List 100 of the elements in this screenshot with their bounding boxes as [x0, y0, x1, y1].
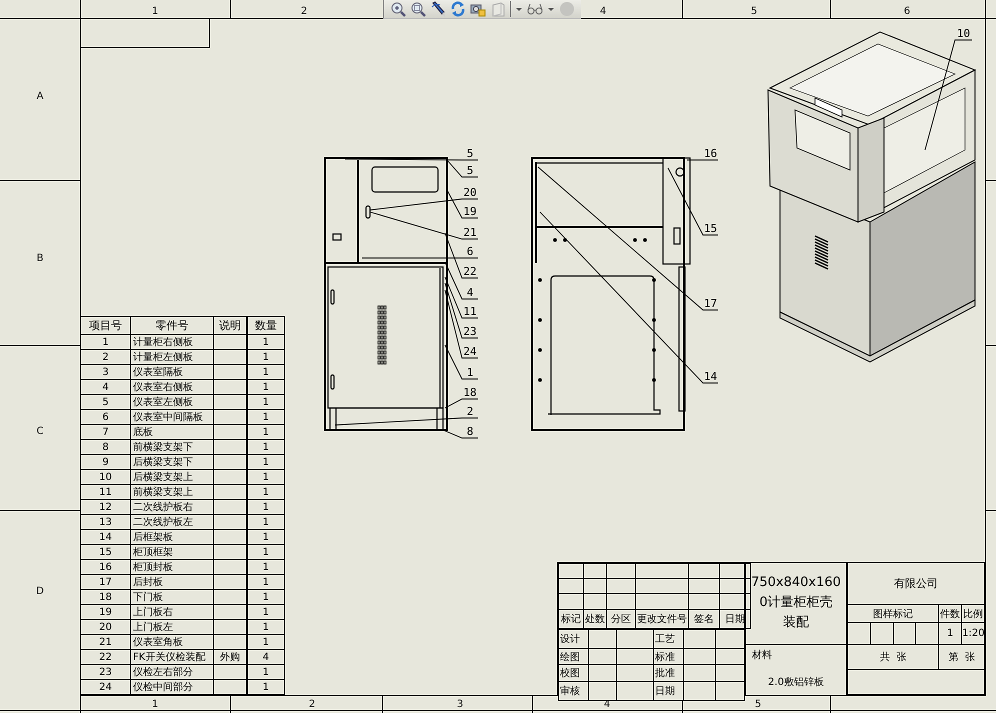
- table-cell: 1: [246, 454, 284, 470]
- zone-label: 1: [152, 6, 158, 17]
- balloon-number: 24: [463, 345, 477, 358]
- table-cell: 第 张: [938, 644, 984, 670]
- table-cell: 23: [80, 664, 130, 680]
- balloon-number: 15: [704, 222, 718, 235]
- table-cell: 5: [80, 394, 130, 410]
- column-header: 项目号: [80, 316, 130, 334]
- zone-label: 6: [904, 6, 910, 17]
- table-cell: 计量柜左侧板: [130, 350, 214, 364]
- table-cell: 6: [80, 410, 130, 424]
- zoom-in-icon[interactable]: [390, 1, 406, 17]
- table-cell: 4: [80, 380, 130, 394]
- zone-label: 5: [750, 6, 758, 17]
- table-cell: 8: [80, 440, 130, 454]
- balloon-number: 22: [463, 265, 477, 278]
- table-cell: 1: [246, 364, 284, 380]
- table-cell: 20: [80, 620, 130, 634]
- table-cell: 1:20: [962, 622, 984, 644]
- column-header: 数量: [246, 316, 284, 334]
- table-cell: 1: [246, 544, 284, 560]
- table-cell: 二次线护板左: [130, 514, 214, 530]
- balloon-number: 8: [466, 425, 474, 438]
- table-cell: 1: [246, 500, 284, 514]
- table-cell: 柜顶框架: [130, 544, 214, 560]
- table-cell: 比例: [962, 604, 984, 622]
- table-cell: 12: [80, 500, 130, 514]
- table-cell: 7: [80, 424, 130, 440]
- table-cell: 1: [246, 590, 284, 604]
- table-cell: 仪检中间部分: [130, 680, 214, 694]
- balloon-number: 16: [704, 147, 718, 160]
- glasses-icon[interactable]: [527, 1, 543, 17]
- drawing-title: 750x840x160 0计量柜柜壳 装配: [746, 563, 846, 645]
- table-cell: 1: [246, 620, 284, 634]
- table-cell: 二次线护板右: [130, 500, 214, 514]
- table-cell: 外购: [214, 650, 246, 664]
- table-cell: 仪表室隔板: [130, 364, 214, 380]
- table-cell: 15: [80, 544, 130, 560]
- zone-label: A: [36, 91, 44, 102]
- table-cell: 日期: [654, 682, 684, 700]
- zone-label: D: [36, 586, 44, 597]
- balloon-number: 5: [466, 147, 474, 160]
- table-cell: 1: [246, 394, 284, 410]
- balloon-number: 17: [704, 297, 718, 310]
- table-cell: 件数: [938, 604, 962, 622]
- table-cell: 设计: [558, 630, 588, 648]
- table-cell: FK开关仪检装配: [130, 650, 214, 664]
- zone-label: 2: [300, 6, 308, 17]
- balloon-number: 11: [463, 305, 477, 318]
- pen-icon[interactable]: [430, 1, 446, 17]
- column-header: 说明: [214, 316, 246, 334]
- table-cell: 1: [246, 470, 284, 484]
- table-cell: 1: [246, 424, 284, 440]
- table-cell: 下门板: [130, 590, 214, 604]
- table-cell: 9: [80, 454, 130, 470]
- table-cell: 后横梁支架下: [130, 454, 214, 470]
- table-cell: 1: [246, 514, 284, 530]
- table-cell: 1: [246, 560, 284, 574]
- table-cell: 10: [80, 470, 130, 484]
- table-cell: 分区: [606, 610, 636, 628]
- table-cell: 3: [80, 364, 130, 380]
- table-cell: 共 张: [848, 644, 939, 670]
- table-cell: 底板: [130, 424, 214, 440]
- table-cell: 1: [246, 634, 284, 650]
- table-cell: 1: [246, 410, 284, 424]
- leader-line: [444, 398, 478, 408]
- table-cell: 有限公司: [848, 563, 984, 604]
- table-cell: 更改文件号: [636, 610, 688, 628]
- table-cell: 前横梁支架上: [130, 484, 214, 500]
- balloon-number: 18: [463, 386, 477, 399]
- table-cell: 校图: [558, 664, 588, 682]
- zone-label: B: [36, 253, 44, 264]
- table-cell: 日期: [720, 610, 750, 628]
- table-cell: 后横梁支架上: [130, 470, 214, 484]
- table-cell: 仪表室右侧板: [130, 380, 214, 394]
- table-cell: 1: [246, 604, 284, 620]
- balloon-number: 21: [463, 226, 477, 239]
- table-cell: 18: [80, 590, 130, 604]
- zone-label: 5: [754, 699, 762, 710]
- balloon-number: 2: [466, 405, 474, 418]
- table-cell: 1: [246, 440, 284, 454]
- table-cell: 14: [80, 530, 130, 544]
- balloon-number: 6: [466, 245, 474, 258]
- table-cell: 1: [246, 680, 284, 694]
- table-cell: 图样标记: [848, 604, 939, 622]
- table-cell: 后框架板: [130, 530, 214, 544]
- table-cell: 上门板左: [130, 620, 214, 634]
- table-cell: 标记: [558, 610, 584, 628]
- table-cell: 前横梁支架下: [130, 440, 214, 454]
- balloon-number: 10: [956, 27, 970, 40]
- balloon-number: 14: [704, 370, 718, 383]
- table-cell: 批准: [654, 664, 684, 682]
- table-cell: 2: [80, 350, 130, 364]
- table-cell: 仪表室中间隔板: [130, 410, 214, 424]
- table-cell: 1: [246, 350, 284, 364]
- zoom-area-icon[interactable]: [410, 1, 426, 17]
- material-label: 材料: [752, 650, 772, 661]
- refresh-icon[interactable]: [450, 1, 466, 17]
- zone-label: 1: [152, 699, 158, 710]
- zone-label: 3: [456, 699, 464, 710]
